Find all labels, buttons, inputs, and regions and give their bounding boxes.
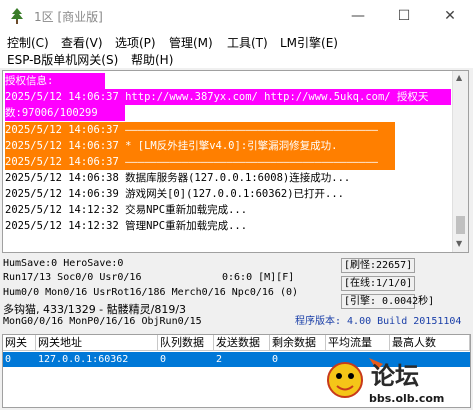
menu-esp-gateway[interactable]: ESP-B版单机网关(S) (7, 51, 118, 68)
column-header[interactable]: 队列数据 (158, 335, 214, 351)
maximize-icon: ☐ (397, 8, 411, 24)
menu-help[interactable]: 帮助(H) (131, 51, 173, 68)
menu-view[interactable]: 查看(V) (61, 34, 103, 51)
table-cell: 127.0.0.1:60362 (38, 354, 129, 365)
log-panel[interactable]: 授权信息: 2025/5/12 14:06:37 http://www.387y… (2, 70, 469, 253)
status-run: Run17/13 Soc0/0 Usr0/16 (3, 272, 142, 283)
minimize-button[interactable]: — (335, 0, 381, 32)
watermark-logo-text: 论坛 (371, 362, 419, 390)
table-cell: 0 (272, 354, 279, 365)
log-line: 2025/5/12 14:06:37 * [LM反外挂引擎v4.0]:引擎漏洞修… (5, 138, 395, 154)
menu-manage[interactable]: 管理(M) (169, 34, 213, 51)
menu-tools[interactable]: 工具(T) (227, 34, 268, 51)
status-hum: Hum0/0 Mon0/16 UsrRot16/186 Merch0/16 Np… (3, 287, 299, 298)
log-line: 2025/5/12 14:06:37 —————————————————————… (5, 122, 395, 138)
app-tree-icon (11, 8, 23, 24)
status-time: 0:6:0 [M][F] (222, 272, 295, 283)
close-button[interactable]: ✕ (427, 0, 473, 32)
column-header[interactable]: 最高人数 (390, 335, 470, 351)
log-line: 2025/5/12 14:06:37 —————————————————————… (5, 154, 395, 170)
refresh-monster-box: [刷怪:22657] (341, 258, 415, 273)
column-header[interactable]: 剩余数据 (270, 335, 326, 351)
status-monster: 多钩猫, 433/1329 - 骷髅精灵/819/3 (3, 303, 187, 316)
log-line: 2025/5/12 14:06:38 数据库服务器(127.0.0.1:6008… (5, 172, 351, 184)
column-header[interactable]: 网关地址 (36, 335, 158, 351)
column-header[interactable]: 发送数据 (214, 335, 270, 351)
forum-watermark-logo: 论坛 bbs.olb.com (327, 358, 444, 405)
maximize-button[interactable]: ☐ (381, 0, 427, 32)
scroll-thumb[interactable] (456, 216, 465, 234)
menu-options[interactable]: 选项(P) (115, 34, 156, 51)
status-save: HumSave:0 HeroSave:0 (3, 258, 124, 269)
title-bar: 1区 [商业版] — ☐ ✕ (0, 0, 473, 32)
log-line: 数:97006/100299 (5, 105, 125, 121)
engine-box: [引擎: 0.0042秒] (341, 294, 434, 309)
column-header[interactable]: 网关 (3, 335, 36, 351)
table-cell: 0 (5, 354, 12, 365)
log-scrollbar[interactable]: ▲ ▼ (452, 71, 468, 252)
log-line: 2025/5/12 14:06:39 游戏网关[0](127.0.0.1:603… (5, 188, 345, 200)
online-box: [在线:1/1/0] (341, 276, 415, 291)
scroll-down-icon[interactable]: ▼ (456, 239, 462, 248)
close-icon: ✕ (444, 8, 456, 24)
log-line: 2025/5/12 14:12:32 管理NPC重新加载完成... (5, 220, 248, 232)
table-cell: 0 (160, 354, 167, 365)
menu-control[interactable]: 控制(C) (7, 34, 49, 51)
log-line: 2025/5/12 14:06:37 http://www.387yx.com/… (5, 89, 451, 105)
watermark-site-text: bbs.olb.com (369, 392, 444, 405)
log-line: 2025/5/12 14:12:32 交易NPC重新加载完成... (5, 204, 248, 216)
minimize-icon: — (351, 8, 365, 24)
table-cell: 2 (216, 354, 223, 365)
log-line: 授权信息: (5, 73, 105, 89)
scroll-up-icon[interactable]: ▲ (456, 73, 462, 82)
window-title: 1区 [商业版] (34, 10, 103, 24)
column-header[interactable]: 平均流量 (326, 335, 390, 351)
menu-bar: 控制(C) 查看(V) 选项(P) 管理(M) 工具(T) LM引擎(E) ES… (0, 32, 473, 68)
status-mong: MonG0/0/16 MonP0/16/16 ObjRun0/15 (3, 316, 202, 327)
menu-lm-engine[interactable]: LM引擎(E) (280, 34, 338, 51)
program-version: 程序版本: 4.00 Build 20151104 (295, 316, 462, 327)
